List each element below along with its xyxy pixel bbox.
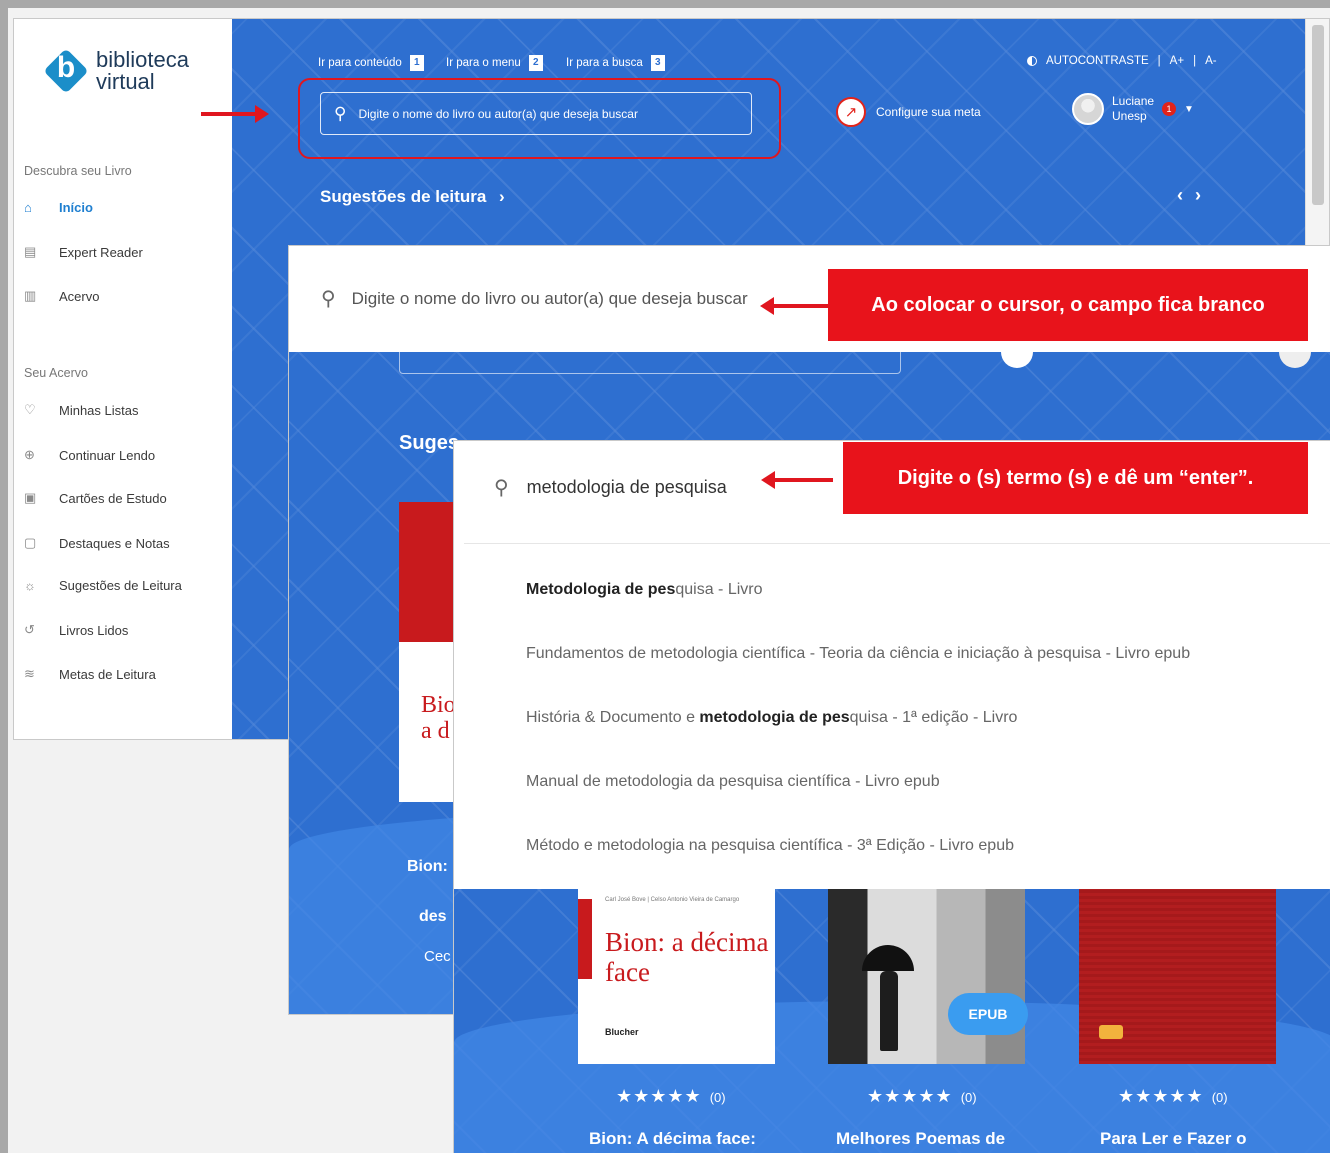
autocomplete-screenshot: Carl José Bove | Celso Antonio Vieira de… — [453, 440, 1330, 1153]
sidebar-item-label: Metas de Leitura — [59, 666, 156, 682]
highlight-outline — [298, 78, 781, 159]
lightbulb-icon: ☼ — [24, 578, 36, 593]
sidebar-item-expert-reader[interactable]: ▤ Expert Reader — [24, 244, 143, 260]
sidebar-item-label: Destaques e Notas — [59, 535, 170, 551]
avatar — [1072, 93, 1104, 125]
book-cover[interactable]: EPUB — [828, 889, 1028, 1064]
suggestions-link[interactable]: Sugestões de leitura › — [320, 187, 505, 207]
callout-cursor: Ao colocar o cursor, o campo fica branco — [828, 269, 1308, 341]
sidebar-item-label: Expert Reader — [59, 244, 143, 260]
book-title: Bion: — [407, 858, 448, 875]
rating-stars: ★★★★★ (0) — [1118, 1086, 1228, 1106]
cover-publisher: Blucher — [605, 1027, 639, 1037]
pointer-arrow — [760, 297, 828, 315]
heart-icon: ♡ — [24, 402, 36, 417]
search-query: metodologia de pesquisa — [526, 477, 727, 497]
faded-heading: Suges — [399, 432, 460, 454]
logo-line2: virtual — [96, 69, 155, 94]
pointer-arrow — [201, 105, 269, 123]
book-cover[interactable] — [1079, 889, 1276, 1064]
tutorial-canvas: b biblioteca virtual Descubra seu Livro … — [0, 0, 1330, 1153]
note-icon: ▢ — [24, 535, 37, 550]
skip-to-content-link[interactable]: Ir para conteúdo 1 — [318, 55, 424, 71]
user-org: Unesp — [1112, 109, 1147, 123]
history-icon: ↺ — [24, 622, 35, 637]
skip-to-menu-link[interactable]: Ir para o menu 2 — [446, 55, 543, 71]
contrast-icon — [1027, 56, 1037, 66]
goals-icon: ≋ — [24, 666, 35, 681]
carousel-prev-button[interactable]: ‹ — [1177, 185, 1195, 205]
book-title[interactable]: Para Ler e Fazer o — [1100, 1129, 1246, 1149]
home-icon: ⌂ — [24, 200, 32, 215]
logo-line1: biblioteca — [96, 47, 189, 72]
search-input-typed[interactable]: ⚲ metodologia de pesquisa — [494, 475, 727, 500]
sidebar-item-destaques[interactable]: ▢ Destaques e Notas — [24, 535, 170, 551]
sidebar-item-sugestoes[interactable]: ☼ Sugestões de Leitura — [24, 578, 182, 593]
suggestion-item[interactable]: Método e metodologia na pesquisa científ… — [526, 837, 1014, 855]
user-name: Luciane — [1112, 94, 1155, 108]
sidebar-item-label: Sugestões de Leitura — [59, 578, 182, 593]
search-placeholder: Digite o nome do livro ou autor(a) que d… — [351, 288, 748, 308]
sidebar-item-label: Início — [59, 200, 93, 215]
book-cover[interactable]: Carl José Bove | Celso Antonio Vieira de… — [578, 889, 775, 1064]
cover-authors: Carl José Bove | Celso Antonio Vieira de… — [605, 897, 740, 903]
bookmark-icon: ⊕ — [24, 447, 35, 462]
configure-goal-button[interactable]: ↗ Configure sua meta — [836, 97, 981, 127]
book-cover[interactable]: Bio a d — [399, 502, 459, 802]
suggestion-item[interactable]: Metodologia de pesquisa - Livro — [526, 581, 763, 599]
suggestion-item[interactable]: Manual de metodologia da pesquisa cientí… — [526, 773, 940, 791]
sidebar-item-label: Continuar Lendo — [59, 447, 156, 463]
accessibility-controls: AUTOCONTRASTE | A+ | A- — [1027, 55, 1217, 67]
sidebar-item-label: Acervo — [59, 288, 100, 304]
section-discover: Descubra seu Livro — [24, 164, 132, 178]
rating-stars: ★★★★★ (0) — [867, 1086, 977, 1106]
sidebar-item-label: Livros Lidos — [59, 622, 129, 638]
book-title[interactable]: Melhores Poemas de — [836, 1129, 1005, 1149]
sidebar-item-metas[interactable]: ≋ Metas de Leitura — [24, 666, 156, 682]
carousel-next-button[interactable]: › — [1195, 185, 1213, 205]
reader-icon: ▤ — [24, 244, 37, 259]
book-desc: des — [419, 908, 447, 925]
autocontrast-button[interactable]: AUTOCONTRASTE — [1046, 55, 1149, 67]
logo-icon: b — [42, 47, 90, 95]
cards-icon: ▣ — [24, 490, 37, 505]
suggestion-item[interactable]: História & Documento e metodologia de pe… — [526, 709, 1017, 727]
callout-enter: Digite o (s) termo (s) e dê um “enter”. — [843, 442, 1308, 514]
sidebar-item-acervo[interactable]: ▥ Acervo — [24, 288, 99, 304]
skip-to-search-link[interactable]: Ir para a busca 3 — [566, 55, 665, 71]
user-menu[interactable]: Luciane Unesp 1 ▼ — [1072, 93, 1194, 125]
rating-stars: ★★★★★ (0) — [616, 1086, 726, 1106]
logo[interactable]: b biblioteca virtual — [42, 47, 189, 95]
sidebar-item-label: Minhas Listas — [59, 402, 139, 418]
book-title[interactable]: Bion: A décima face: — [589, 1129, 756, 1149]
carousel-nav: ‹› — [1177, 185, 1213, 206]
font-increase-button[interactable]: A+ — [1170, 55, 1184, 67]
sidebar-item-label: Cartões de Estudo — [59, 490, 167, 506]
font-decrease-button[interactable]: A- — [1205, 55, 1217, 67]
search-input-focused[interactable]: ⚲ Digite o nome do livro ou autor(a) que… — [321, 286, 748, 311]
sidebar-item-cartoes[interactable]: ▣ Cartões de Estudo — [24, 490, 167, 506]
sidebar-item-livros-lidos[interactable]: ↺ Livros Lidos — [24, 622, 128, 638]
pointer-arrow — [761, 471, 833, 489]
search-icon: ⚲ — [321, 288, 336, 310]
suggestion-item[interactable]: Fundamentos de metodologia científica - … — [526, 645, 1190, 663]
search-icon: ⚲ — [494, 477, 509, 499]
books-icon: ▥ — [24, 288, 37, 303]
epub-badge: EPUB — [948, 993, 1028, 1035]
chevron-right-icon: › — [499, 187, 505, 206]
cover-title: Bion: a décima face — [605, 927, 769, 987]
section-your-collection: Seu Acervo — [24, 366, 88, 380]
notification-badge: 1 — [1162, 102, 1177, 116]
sidebar-item-minhas-listas[interactable]: ♡ Minhas Listas — [24, 402, 138, 418]
chevron-down-icon: ▼ — [1184, 103, 1194, 115]
sidebar-item-continuar-lendo[interactable]: ⊕ Continuar Lendo — [24, 447, 155, 463]
sidebar-item-inicio[interactable]: ⌂ Início — [24, 200, 93, 215]
sidebar: b biblioteca virtual Descubra seu Livro … — [14, 19, 231, 739]
chart-icon: ↗ — [836, 97, 866, 127]
